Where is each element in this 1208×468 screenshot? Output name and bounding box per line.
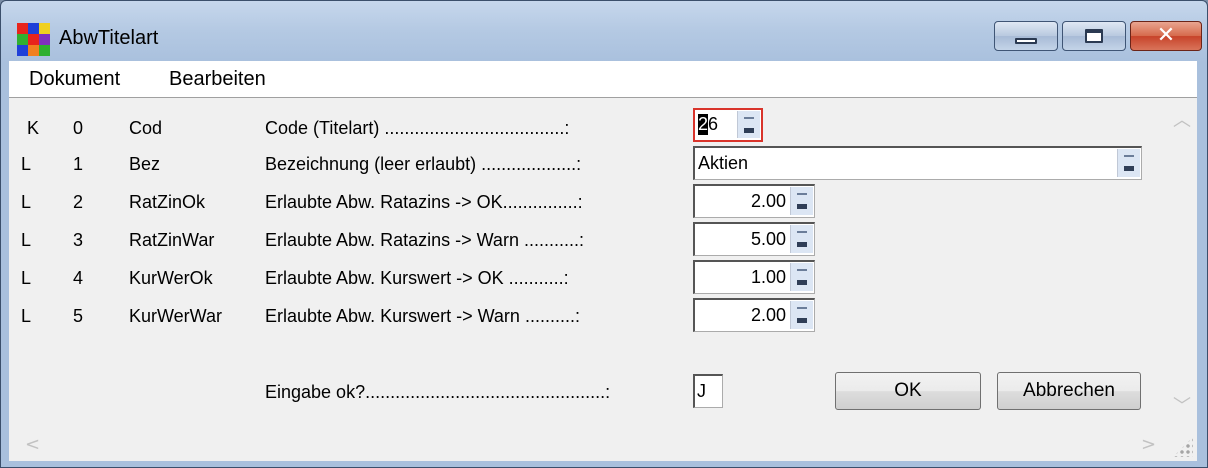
ratzinok-value: 2.00 [750,191,786,211]
ratzinok-spinner[interactable] [790,187,813,215]
kurwerok-value: 1.00 [750,267,786,287]
row-label-ratzinwar: Erlaubte Abw. Ratazins -> Warn .........… [265,230,584,250]
row-index: 1 [73,154,84,174]
row-short: Bez [129,154,161,174]
kurwerok-input[interactable]: 1.00 [693,260,815,294]
scroll-up-icon[interactable]: ︿ [1173,106,1191,132]
spin-up-icon [797,193,807,195]
ratzinok-input[interactable]: 2.00 [693,184,815,218]
bezeichnung-combobox[interactable]: Aktien [693,146,1142,180]
ok-button[interactable]: OK [835,372,981,410]
row-label-kurwerwar: Erlaubte Abw. Kurswert -> Warn .........… [265,306,580,326]
row-label-ratzinok: Erlaubte Abw. Ratazins -> OK............… [265,192,583,212]
ratzinwar-input[interactable]: 5.00 [693,222,815,256]
kurwerwar-input[interactable]: 2.00 [693,298,815,332]
maximize-icon [1085,29,1103,43]
window-title: AbwTitelart [59,27,159,49]
close-icon: ✕ [1156,23,1176,48]
kurwerwar-value: 2.00 [750,305,786,325]
spin-down-icon [797,318,807,323]
row-index: 4 [73,268,84,288]
row-short: RatZinWar [129,230,215,250]
spin-down-icon [797,204,807,209]
row-flag: L [21,192,32,212]
row-label-kurwerok: Erlaubte Abw. Kurswert -> OK ...........… [265,268,569,288]
row-index: 5 [73,306,84,326]
row-flag: L [21,268,32,288]
spin-down-icon [1124,166,1134,171]
row-index: 3 [73,230,84,250]
spin-up-icon [797,269,807,271]
maximize-button[interactable] [1062,21,1126,51]
row-index: 0 [73,118,84,138]
scroll-left-icon[interactable]: < [25,434,40,455]
row-short: KurWerOk [129,268,213,288]
confirm-label: Eingabe ok?.............................… [265,382,611,402]
bezeichnung-value: Aktien [698,153,749,173]
row-index: 2 [73,192,84,212]
menu-bearbeiten[interactable]: Bearbeiten [169,68,266,91]
row-short: RatZinOk [129,192,206,212]
kurwerok-spinner[interactable] [790,263,813,291]
horizontal-scrollbar[interactable]: < > [9,429,1197,461]
row-short: Cod [129,118,163,138]
spin-down-icon [744,128,754,133]
row-label-bezeichnung: Bezeichnung (leer erlaubt) .............… [265,154,582,174]
code-input[interactable]: 26 [693,108,763,142]
resize-grip-icon[interactable] [1173,437,1193,457]
ratzinwar-spinner[interactable] [790,225,813,253]
spin-up-icon [744,117,754,119]
text-cursor: 2 [698,114,709,135]
row-short: KurWerWar [129,306,223,326]
scroll-right-icon[interactable]: > [1141,434,1156,455]
bezeichnung-dropdown[interactable] [1117,149,1140,177]
ratzinwar-value: 5.00 [750,229,786,249]
vertical-scrollbar[interactable]: ︿ ﹀ [1165,98,1197,428]
confirm-value: J [697,381,706,401]
scroll-down-icon[interactable]: ﹀ [1173,392,1191,418]
minimize-icon [1015,38,1037,44]
row-flag: L [21,154,32,174]
app-window: AbwTitelart ✕ Dokument Bearbeiten K 0 Co… [0,0,1208,468]
form-area: K 0 Cod Code (Titelart) ................… [9,97,1197,461]
spin-up-icon [1124,155,1134,157]
spin-up-icon [797,307,807,309]
menu-bar: Dokument Bearbeiten [9,61,1197,97]
cancel-button[interactable]: Abbrechen [997,372,1141,410]
code-value: 6 [708,114,719,134]
row-flag: L [21,230,32,250]
row-flag: L [21,306,32,326]
code-spinner[interactable] [737,111,760,138]
row-flag: K [27,118,40,138]
spin-up-icon [797,231,807,233]
close-button[interactable]: ✕ [1130,21,1202,51]
spin-down-icon [797,280,807,285]
spin-down-icon [797,242,807,247]
menu-dokument[interactable]: Dokument [29,68,120,91]
kurwerwar-spinner[interactable] [790,301,813,329]
app-icon [17,23,50,56]
row-label-code: Code (Titelart) ........................… [265,118,570,138]
title-bar[interactable]: AbwTitelart ✕ [1,1,1207,61]
minimize-button[interactable] [994,21,1058,51]
confirm-input[interactable]: J [693,374,723,408]
